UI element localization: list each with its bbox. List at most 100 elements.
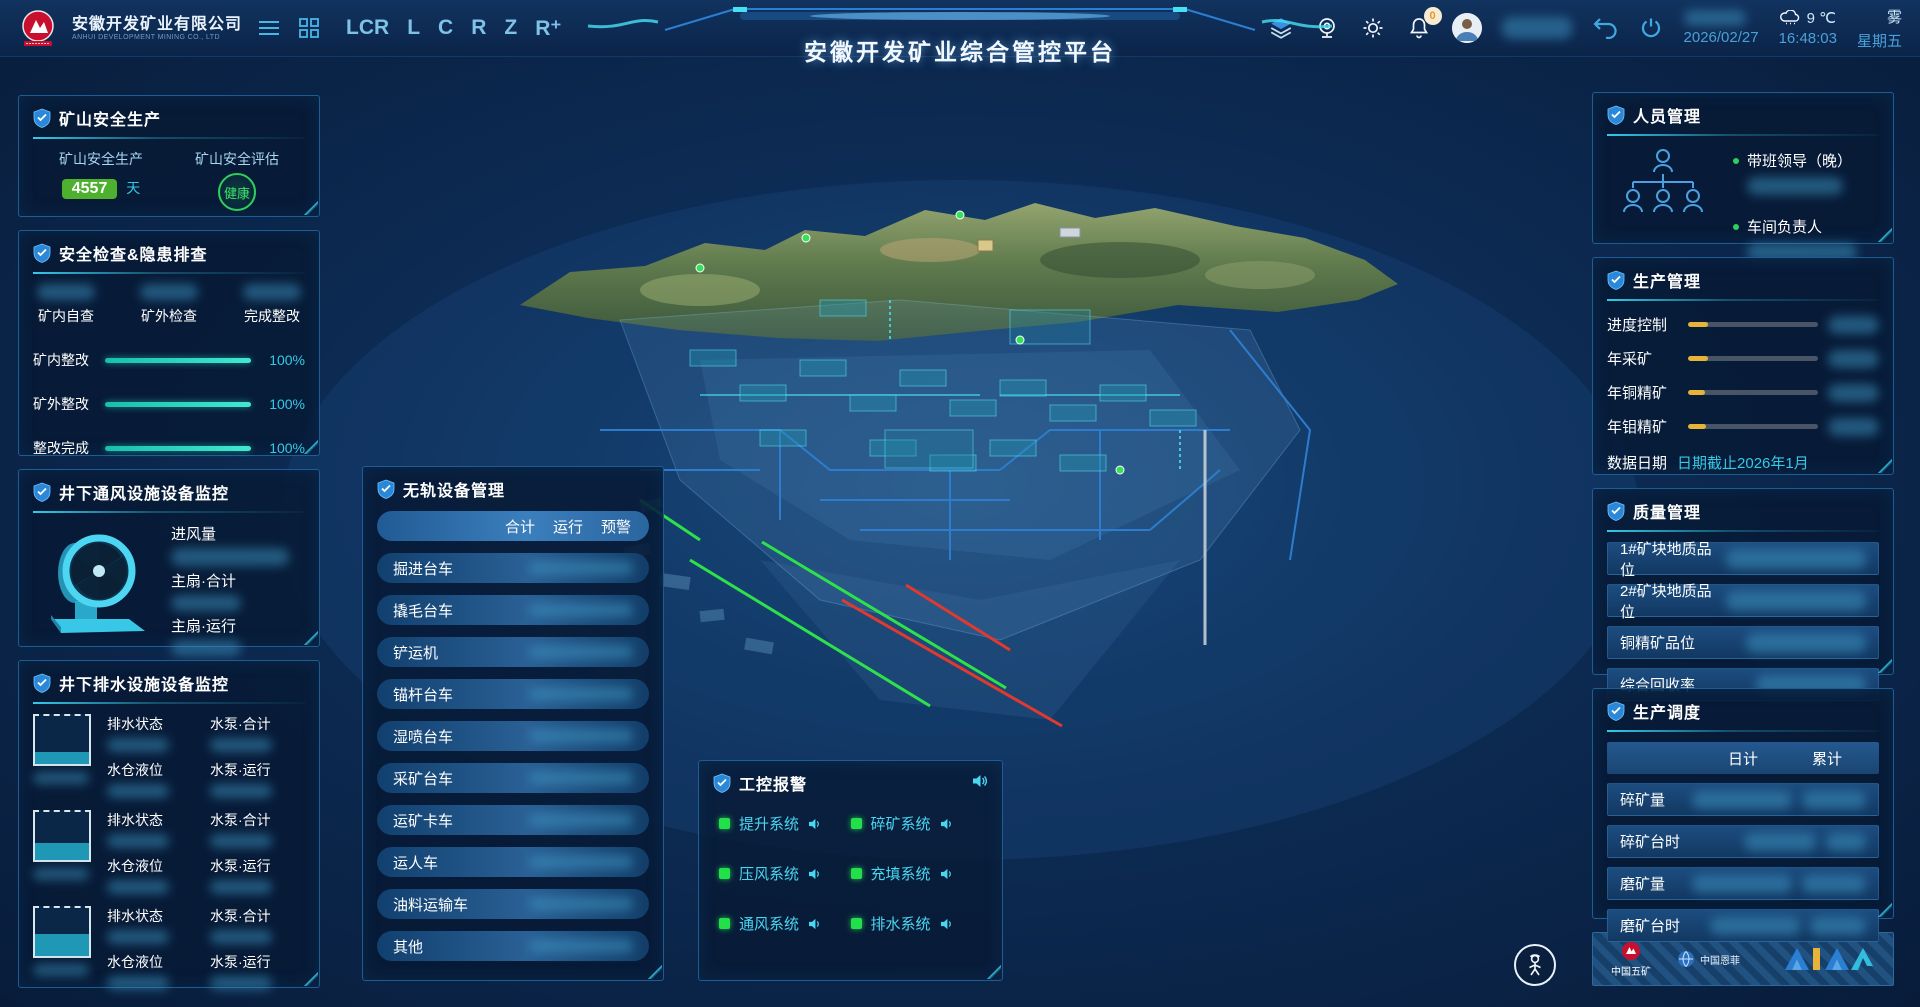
undo-icon[interactable] [1592, 15, 1618, 41]
value-masked [529, 897, 633, 911]
progress-value: 100% [261, 396, 305, 412]
page-title-block: 安徽开发矿业综合管控平台 [570, 0, 1350, 67]
quality-row: 2#矿块地质品位 [1607, 584, 1879, 617]
nav-z[interactable]: Z [504, 16, 517, 41]
speaker-icon[interactable] [940, 818, 954, 830]
dispatch-header-row: 日计 累计 [1607, 742, 1879, 774]
value-masked [1744, 833, 1816, 851]
panel-title: 无轨设备管理 [403, 477, 505, 501]
nav-l[interactable]: L [407, 16, 420, 41]
production-label: 进度控制 [1607, 314, 1678, 335]
trackless-row: 撬毛台车 [377, 595, 649, 625]
shield-icon [1607, 701, 1625, 721]
safety-eval-label: 矿山安全评估 [195, 149, 279, 169]
panel-production: 生产管理 进度控制 年采矿 年铜精矿 年钼精矿 数据日期 日期截止2026年1月 [1592, 257, 1894, 475]
trackless-header-row: 合计 运行 预警 [377, 511, 649, 541]
progress-value: 100% [261, 352, 305, 368]
value-masked [210, 930, 272, 944]
panel-title: 工控报警 [739, 771, 807, 795]
speaker-icon[interactable] [808, 818, 822, 830]
value-masked [529, 645, 633, 659]
shield-icon [1607, 270, 1625, 290]
speaker-icon[interactable] [808, 918, 822, 930]
nav-lcr[interactable]: LCR [346, 16, 389, 41]
miner-view-button[interactable] [1514, 944, 1556, 986]
inspection-col-label: 矿内自查 [38, 306, 94, 326]
water-tank-icon [33, 810, 91, 862]
nav-r-plus[interactable]: R⁺ [535, 16, 561, 41]
progress-track [1688, 390, 1818, 395]
trackless-row: 锚杆台车 [377, 679, 649, 709]
progress-track [1688, 356, 1818, 361]
alarm-item: 通风系统 [719, 913, 851, 934]
nav-c[interactable]: C [438, 16, 453, 41]
value-masked [529, 855, 633, 869]
panel-personnel: 人员管理 带班领导（晚） 车间负责人 [1592, 92, 1894, 244]
system-label[interactable]: 提升系统 [739, 813, 799, 834]
alarm-mute-all-icon[interactable] [972, 774, 988, 793]
value-masked [210, 738, 272, 752]
grid-icon[interactable] [296, 15, 322, 41]
row-label: 磨矿台时 [1620, 915, 1680, 936]
dashboard-background: 安徽开发矿业有限公司 ANHUI DEVELOPMENT MINING CO.,… [0, 0, 1920, 1007]
value-masked [1710, 917, 1800, 935]
progress-label: 整改完成 [33, 438, 95, 458]
nav-r[interactable]: R [471, 16, 486, 41]
divider [1607, 730, 1879, 732]
dispatch-row: 磨矿台时 [1607, 909, 1879, 942]
shield-icon [33, 243, 51, 263]
row-label: 采矿台车 [393, 768, 453, 789]
name-masked [1747, 177, 1843, 195]
trackless-row: 运矿卡车 [377, 805, 649, 835]
system-label[interactable]: 碎矿系统 [871, 813, 931, 834]
safety-days-label: 矿山安全生产 [59, 149, 143, 169]
value-masked [107, 880, 169, 894]
weather-temp: 9 ℃ [1807, 9, 1836, 27]
panel-title: 矿山安全生产 [59, 106, 161, 130]
speaker-icon[interactable] [940, 918, 954, 930]
weather-cloud-icon [1779, 10, 1801, 26]
metric-label: 主扇·合计 [171, 570, 289, 591]
speaker-icon[interactable] [808, 868, 822, 880]
company-logo-icon [18, 8, 58, 48]
value-masked [107, 834, 169, 848]
bullet-dot [1733, 158, 1739, 164]
gear-icon[interactable] [1360, 15, 1386, 41]
row-label: 撬毛台车 [393, 600, 453, 621]
drainage-label: 水泵·运行 [210, 952, 305, 972]
mim-logo [1783, 942, 1875, 977]
value-masked [1826, 833, 1866, 851]
value-masked [210, 834, 272, 848]
production-label: 年钼精矿 [1607, 416, 1678, 437]
row-label: 1#矿块地质品位 [1620, 538, 1726, 580]
system-label[interactable]: 通风系统 [739, 913, 799, 934]
title-decoration [570, 0, 1350, 34]
bell-badge: 0 [1424, 7, 1442, 25]
col-daily: 日计 [1701, 748, 1785, 769]
row-label: 碎矿台时 [1620, 831, 1680, 852]
speaker-icon[interactable] [940, 868, 954, 880]
power-icon[interactable] [1638, 15, 1664, 41]
date-text: 2026/02/27 [1684, 29, 1759, 46]
value-masked [1828, 418, 1879, 436]
panel-mine-safety: 矿山安全生产 矿山安全生产 4557 天 矿山安全评估 健康 [18, 95, 320, 217]
panel-industrial-alarm: 工控报警 提升系统 碎矿系统 压风系统 充填系统 通风系统 排水系统 [698, 760, 1003, 981]
bell-icon[interactable]: 0 [1406, 15, 1432, 41]
system-label[interactable]: 压风系统 [739, 863, 799, 884]
drainage-label: 排水状态 [107, 714, 202, 734]
company-name-block: 安徽开发矿业有限公司 ANHUI DEVELOPMENT MINING CO.,… [72, 16, 242, 41]
col-running: 运行 [553, 516, 583, 537]
system-label[interactable]: 充填系统 [871, 863, 931, 884]
time-block: 9 ℃ 16:48:03 [1779, 9, 1837, 47]
shield-icon [33, 673, 51, 693]
divider [33, 511, 305, 513]
avatar[interactable] [1452, 13, 1482, 43]
value-masked [529, 603, 633, 617]
system-label[interactable]: 排水系统 [871, 913, 931, 934]
dispatch-row: 碎矿量 [1607, 783, 1879, 816]
value-masked [171, 595, 241, 611]
menu-icon[interactable] [256, 15, 282, 41]
view-switcher: LCR L C R Z R⁺ [346, 16, 561, 41]
panel-title: 安全检查&隐患排查 [59, 241, 208, 265]
progress-track [1688, 424, 1818, 429]
